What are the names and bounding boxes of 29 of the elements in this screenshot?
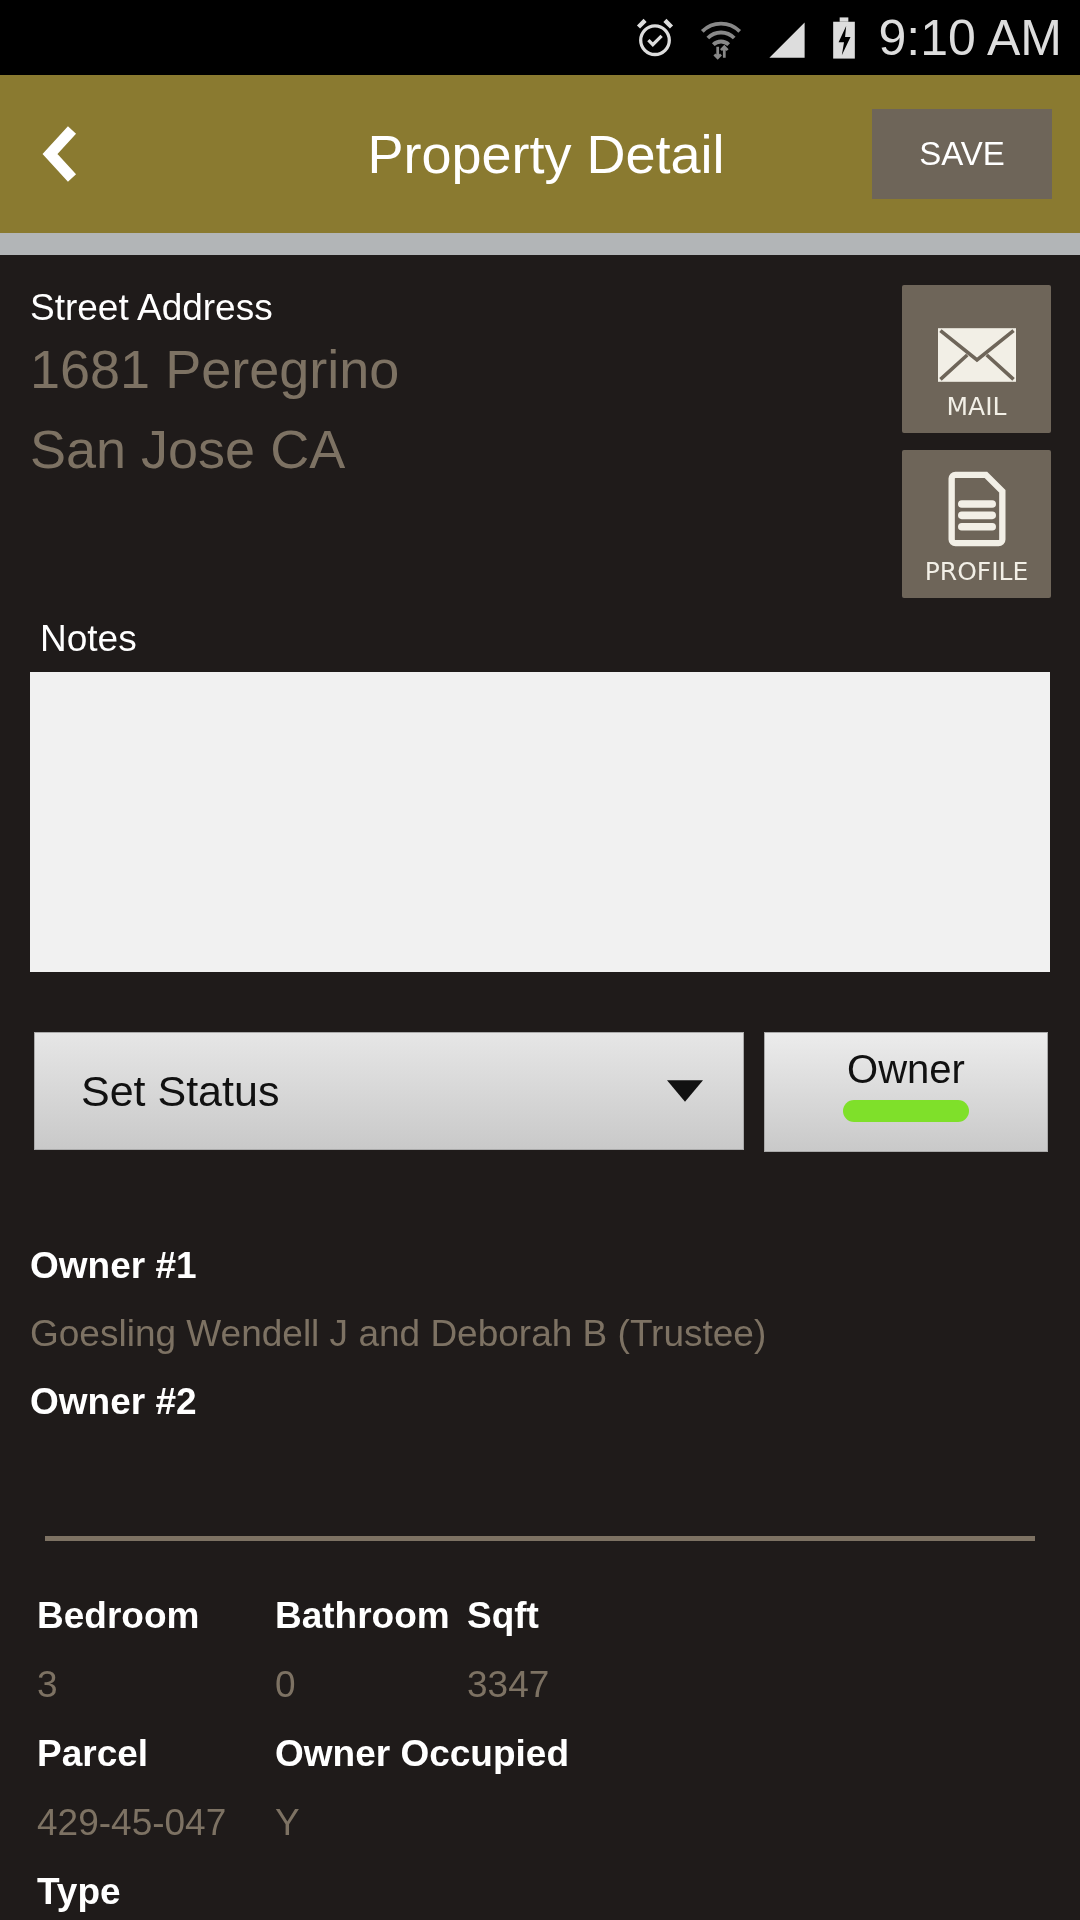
detail-value: 429-45-047	[37, 1801, 228, 1844]
owner-toggle-button[interactable]: Owner	[764, 1032, 1048, 1152]
screen-title: Property Detail	[367, 123, 725, 185]
detail-value: Y	[275, 1801, 301, 1844]
field-label: Notes	[40, 618, 138, 660]
clock-time: 9:10 AM	[878, 8, 1062, 67]
address-text: 1681 Peregrino	[30, 338, 400, 401]
detail-label: Bedroom	[37, 1594, 201, 1637]
field-label: Street Address	[30, 287, 274, 329]
save-button[interactable]: SAVE	[872, 109, 1052, 199]
notes-field[interactable]	[30, 672, 1050, 972]
address-text: San Jose CA	[30, 418, 347, 481]
caret-icon	[667, 1080, 703, 1102]
detail-value: 3	[37, 1663, 59, 1706]
owner-label: Owner #1	[30, 1244, 198, 1288]
detail-label: Type	[37, 1870, 122, 1913]
detail-label: Parcel	[37, 1732, 150, 1775]
detail-label: Owner Occupied	[275, 1732, 570, 1775]
profile-button[interactable]: PROFILE	[902, 450, 1051, 598]
envelope-icon	[937, 328, 1016, 382]
detail-value: 0	[275, 1663, 297, 1706]
detail-label: Bathroom	[275, 1594, 451, 1637]
mail-button[interactable]: MAIL	[902, 285, 1051, 433]
owner-name: Goesling Wendell J and Deborah B (Trustee)	[30, 1312, 768, 1356]
owner-label: Owner #2	[30, 1380, 198, 1424]
status-dropdown[interactable]: Set Status	[34, 1032, 744, 1150]
detail-label: Sqft	[467, 1594, 540, 1637]
detail-value: 3347	[467, 1663, 551, 1706]
battery-charging-icon	[830, 15, 857, 60]
